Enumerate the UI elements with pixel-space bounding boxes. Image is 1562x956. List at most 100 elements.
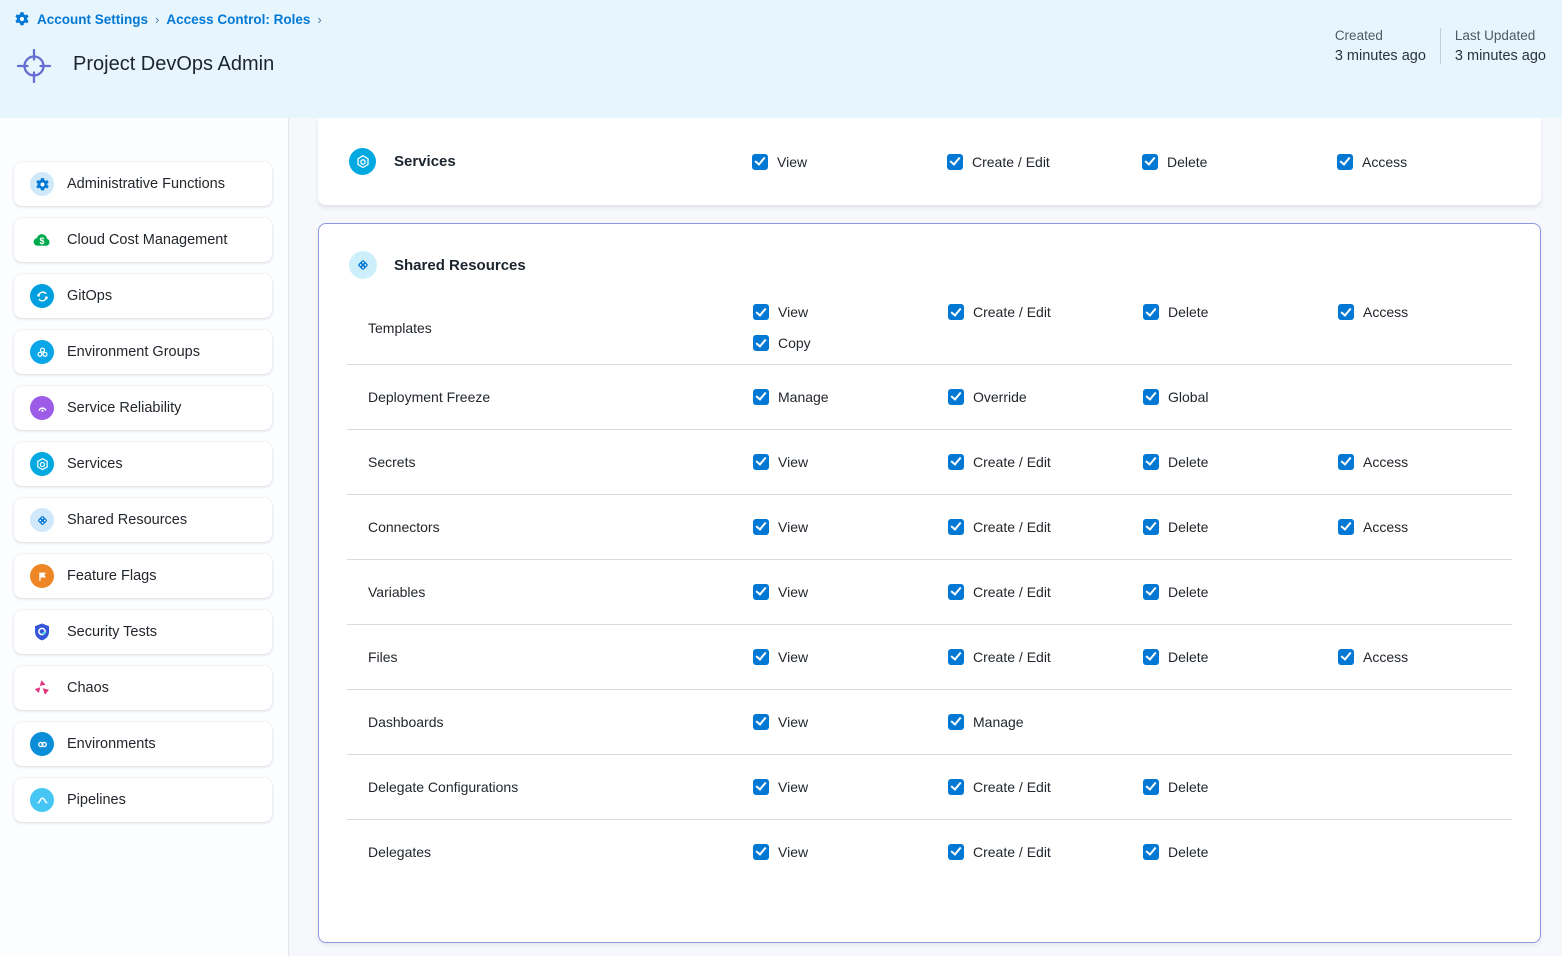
permission-copy[interactable]: Copy	[753, 335, 948, 351]
sidebar-item-gitops[interactable]: GitOps	[14, 274, 272, 318]
permission-view[interactable]: View	[753, 519, 948, 535]
services-icon	[349, 148, 376, 175]
page-title: Project DevOps Admin	[73, 53, 274, 76]
permission-create-edit[interactable]: Create / Edit	[948, 519, 1143, 535]
permission-create-edit[interactable]: Create / Edit	[947, 154, 1142, 170]
created-value: 3 minutes ago	[1335, 48, 1426, 64]
permission-view[interactable]: View	[753, 584, 948, 600]
services-icon	[30, 452, 54, 476]
crosshair-target-icon	[13, 45, 55, 87]
permission-label: Create / Edit	[973, 779, 1051, 795]
permission-view[interactable]: View	[753, 844, 948, 860]
gitops-icon	[30, 284, 54, 308]
permission-delete[interactable]: Delete	[1143, 454, 1338, 470]
permission-label: Delete	[1168, 519, 1208, 535]
sidebar-item-label: GitOps	[67, 288, 112, 304]
permission-view[interactable]: View	[753, 454, 948, 470]
permission-view[interactable]: View	[753, 304, 948, 320]
permission-view[interactable]: View	[752, 154, 947, 170]
sidebar-item-label: Environment Groups	[67, 344, 200, 360]
permission-label: Create / Edit	[973, 454, 1051, 470]
permission-delete[interactable]: Delete	[1143, 649, 1338, 665]
permission-create-edit[interactable]: Create / Edit	[948, 454, 1143, 470]
checkbox-checked-icon	[948, 649, 964, 665]
permission-delete[interactable]: Delete	[1143, 584, 1338, 600]
sidebar-item-cloud-cost-management[interactable]: $Cloud Cost Management	[14, 218, 272, 262]
resource-row-label: Variables	[319, 584, 753, 600]
checkbox-checked-icon	[1143, 649, 1159, 665]
sidebar-item-label: Environments	[67, 736, 156, 752]
feature-flags-icon	[30, 564, 54, 588]
resource-row-label: Templates	[319, 320, 753, 336]
permission-label: View	[778, 454, 808, 470]
permission-label: View	[778, 519, 808, 535]
sidebar-item-feature-flags[interactable]: Feature Flags	[14, 554, 272, 598]
permission-global[interactable]: Global	[1143, 389, 1338, 405]
permission-view[interactable]: View	[753, 649, 948, 665]
sidebar-item-label: Chaos	[67, 680, 109, 696]
permission-create-edit[interactable]: Create / Edit	[948, 649, 1143, 665]
services-section-title: Services	[394, 153, 456, 170]
checkbox-checked-icon	[753, 584, 769, 600]
permission-access[interactable]: Access	[1337, 154, 1541, 170]
checkbox-checked-icon	[753, 454, 769, 470]
checkbox-checked-icon	[948, 519, 964, 535]
checkbox-checked-icon	[1143, 779, 1159, 795]
permission-label: View	[778, 779, 808, 795]
permission-rows: TemplatesViewCreate / EditDeleteAccessCo…	[319, 291, 1540, 884]
permission-access[interactable]: Access	[1338, 304, 1540, 320]
permission-label: Delete	[1168, 844, 1208, 860]
breadcrumb-access-control-roles[interactable]: Access Control: Roles	[166, 12, 310, 27]
resource-sidebar: Administrative Functions $Cloud Cost Mana…	[0, 118, 289, 956]
permission-delete[interactable]: Delete	[1143, 779, 1338, 795]
permission-view[interactable]: View	[753, 779, 948, 795]
meta-divider	[1440, 28, 1441, 64]
permission-label: Access	[1362, 154, 1407, 170]
checkbox-checked-icon	[1338, 519, 1354, 535]
permission-view[interactable]: View	[753, 714, 948, 730]
checkbox-checked-icon	[753, 519, 769, 535]
permission-access[interactable]: Access	[1338, 454, 1540, 470]
sidebar-item-security-tests[interactable]: Security Tests	[14, 610, 272, 654]
sidebar-item-services[interactable]: Services	[14, 442, 272, 486]
permission-create-edit[interactable]: Create / Edit	[948, 844, 1143, 860]
sidebar-item-environment-groups[interactable]: Environment Groups	[14, 330, 272, 374]
permission-label: Copy	[778, 335, 811, 351]
sidebar-item-shared-resources[interactable]: Shared Resources	[14, 498, 272, 542]
permission-label: Global	[1168, 389, 1208, 405]
sidebar-item-pipelines[interactable]: Pipelines	[14, 778, 272, 822]
sidebar-item-service-reliability[interactable]: Service Reliability	[14, 386, 272, 430]
permission-access[interactable]: Access	[1338, 649, 1540, 665]
permission-delete[interactable]: Delete	[1142, 154, 1337, 170]
sidebar-item-environments[interactable]: Environments	[14, 722, 272, 766]
shared-resources-section-header: Shared Resources	[319, 224, 1540, 279]
permission-create-edit[interactable]: Create / Edit	[948, 584, 1143, 600]
sidebar-item-administrative-functions[interactable]: Administrative Functions	[14, 162, 272, 206]
checkbox-checked-icon	[948, 779, 964, 795]
permission-create-edit[interactable]: Create / Edit	[948, 304, 1143, 320]
permission-row-delegates: DelegatesViewCreate / Edit Delete	[319, 819, 1540, 884]
resource-row-label: Files	[319, 649, 753, 665]
checkbox-checked-icon	[1143, 304, 1159, 320]
services-section-header: Services	[318, 148, 752, 175]
permission-delete[interactable]: Delete	[1143, 519, 1338, 535]
checkbox-checked-icon	[752, 154, 768, 170]
breadcrumb-separator: ›	[317, 12, 321, 27]
resource-row-label: Delegates	[319, 844, 753, 860]
breadcrumb-account-settings[interactable]: Account Settings	[37, 12, 148, 27]
permission-label: Access	[1363, 304, 1408, 320]
services-section-card: Services ViewCreate / EditDelete Access	[318, 118, 1541, 205]
sidebar-item-chaos[interactable]: Chaos	[14, 666, 272, 710]
permission-label: Create / Edit	[973, 584, 1051, 600]
permission-manage[interactable]: Manage	[948, 714, 1143, 730]
checkbox-checked-icon	[1143, 844, 1159, 860]
permission-row-dashboards: DashboardsViewManage	[319, 689, 1540, 754]
permission-delete[interactable]: Delete	[1143, 304, 1338, 320]
permission-access[interactable]: Access	[1338, 519, 1540, 535]
permission-delete[interactable]: Delete	[1143, 844, 1338, 860]
permission-manage[interactable]: Manage	[753, 389, 948, 405]
permission-create-edit[interactable]: Create / Edit	[948, 779, 1143, 795]
checkbox-checked-icon	[753, 779, 769, 795]
checkbox-checked-icon	[753, 649, 769, 665]
permission-override[interactable]: Override	[948, 389, 1143, 405]
